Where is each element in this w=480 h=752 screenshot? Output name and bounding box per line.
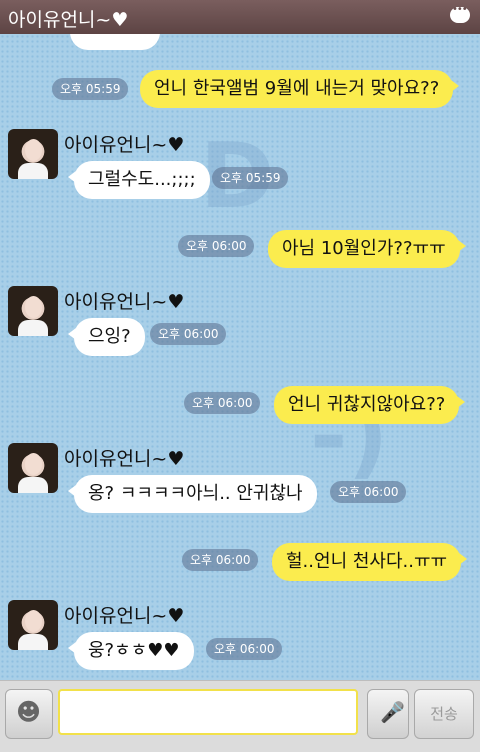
message-time: 오후 06:00 (206, 638, 283, 660)
microphone-icon: 🎤 (380, 700, 405, 724)
message-time: 오후 06:00 (330, 481, 407, 503)
message-bubble-sent[interactable]: 헐..언니 천사다..ㅠㅠ (272, 543, 468, 581)
chat-header: 아이유언니~♥ (0, 0, 480, 34)
chat-title: 아이유언니~♥ (8, 9, 129, 31)
avatar[interactable] (8, 600, 58, 650)
more-icon[interactable] (450, 4, 470, 23)
message-time: 오후 05:59 (52, 78, 129, 100)
send-button[interactable]: 전송 (414, 689, 474, 739)
message-time: 오후 06:00 (178, 235, 255, 257)
message-bubble-sent[interactable]: 언니 귀찮지않아요?? (274, 386, 466, 424)
sender-name: 아이유언니~♥ (64, 134, 185, 156)
avatar[interactable] (8, 443, 58, 493)
message-time: 오후 06:00 (184, 392, 261, 414)
avatar[interactable] (8, 286, 58, 336)
message-time: 오후 06:00 (182, 549, 259, 571)
message-bubble-partial (70, 34, 160, 50)
message-input[interactable] (58, 689, 358, 735)
message-bubble-received[interactable]: 옹? ㅋㅋㅋㅋ아늬.. 안귀찮나 (68, 475, 317, 513)
message-bubble-sent[interactable]: 아님 10월인가??ㅠㅠ (268, 230, 466, 268)
avatar[interactable] (8, 129, 58, 179)
sender-name: 아이유언니~♥ (64, 291, 185, 313)
message-time: 오후 05:59 (212, 167, 289, 189)
emoticon-button[interactable]: ☻ (5, 689, 53, 739)
message-bubble-received[interactable]: 그럴수도...;;;; (68, 161, 210, 199)
input-bar: ☻ 🎤 전송 (0, 680, 480, 752)
sender-name: 아이유언니~♥ (64, 605, 185, 627)
microphone-button[interactable]: 🎤 (367, 689, 409, 739)
sender-name: 아이유언니~♥ (64, 448, 185, 470)
message-time: 오후 06:00 (150, 323, 227, 345)
chat-area[interactable]: D -) 오후 05:59 언니 한국앨범 9월에 내는거 맞아요?? 아이유언… (0, 34, 480, 680)
message-bubble-received[interactable]: 웅?ㅎㅎ♥♥ (68, 632, 194, 670)
message-bubble-received[interactable]: 으잉? (68, 318, 145, 356)
emoticon-icon: ☻ (16, 698, 42, 726)
message-bubble-sent[interactable]: 언니 한국앨범 9월에 내는거 맞아요?? (140, 70, 460, 108)
